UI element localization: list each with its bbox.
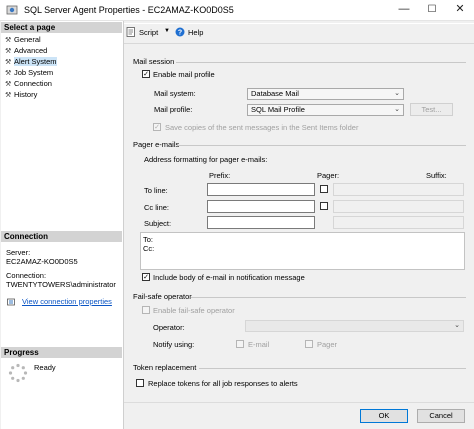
mail-profile-select[interactable]: SQL Mail Profile ⌄ <box>247 104 404 116</box>
help-button[interactable]: Help <box>188 28 203 37</box>
progress-spinner-icon <box>8 363 28 383</box>
mail-system-select[interactable]: Database Mail ⌄ <box>247 88 404 100</box>
chevron-down-icon: ⌄ <box>454 322 460 329</box>
include-body-checkbox[interactable]: ✓ <box>142 273 150 281</box>
page-label: Job System <box>14 68 54 77</box>
enable-mail-profile-checkbox[interactable]: ✓ <box>142 70 150 78</box>
to-line-pager-checkbox[interactable] <box>320 185 328 193</box>
token-replacement-header: Token replacement <box>133 363 197 372</box>
mail-system-label: Mail system: <box>154 89 196 98</box>
pager-emails-divider <box>177 145 466 146</box>
mail-profile-value: SQL Mail Profile <box>251 105 305 114</box>
operator-select[interactable]: ⌄ <box>245 320 464 332</box>
notify-email-label: E-mail <box>248 340 270 349</box>
pager-header: Pager: <box>317 171 340 180</box>
connection-value: TWENTYTOWERS\administrator <box>6 280 116 289</box>
svg-text:?: ? <box>178 30 182 37</box>
to-line-suffix-input[interactable] <box>333 183 464 196</box>
page-label: Alert System <box>14 57 57 66</box>
notify-pager-label: Pager <box>317 340 338 349</box>
connection-header: Connection <box>1 231 122 242</box>
script-button[interactable]: Script <box>139 28 158 37</box>
enable-mail-profile-label: Enable mail profile <box>153 70 215 79</box>
mail-session-header: Mail session <box>133 57 175 66</box>
server-value: EC2AMAZ-KO0D0S5 <box>6 257 78 266</box>
enable-failsafe-label: Enable fail-safe operator <box>153 306 235 315</box>
mail-system-value: Database Mail <box>251 89 299 98</box>
enable-failsafe-checkbox[interactable] <box>142 306 150 314</box>
save-copies-label: Save copies of the sent messages in the … <box>165 123 359 132</box>
suffix-header: Suffix: <box>426 171 447 180</box>
notify-email-checkbox[interactable] <box>236 340 244 348</box>
script-icon <box>126 27 135 37</box>
address-formatting-label: Address formatting for pager e-mails: <box>144 155 268 164</box>
close-button[interactable]: ✕ <box>446 0 474 20</box>
view-connection-properties-link[interactable]: View connection properties <box>22 297 112 307</box>
mail-profile-label: Mail profile: <box>154 105 193 114</box>
page-history[interactable]: ⚒ History <box>5 89 37 100</box>
progress-status: Ready <box>34 363 56 372</box>
subject-label: Subject: <box>144 219 172 228</box>
subject-suffix-input[interactable] <box>333 216 464 229</box>
preview-cc-label: Cc: <box>143 244 155 253</box>
replace-tokens-checkbox[interactable] <box>136 379 144 387</box>
replace-tokens-label: Replace tokens for all job responses to … <box>148 379 298 388</box>
title-bar: SQL Server Agent Properties - EC2AMAZ-KO… <box>0 0 474 21</box>
toolbar-separator <box>124 43 474 44</box>
failsafe-header: Fail-safe operator <box>133 292 192 301</box>
chevron-down-icon: ⌄ <box>394 90 400 97</box>
wrench-icon: ⚒ <box>5 92 12 99</box>
page-general[interactable]: ⚒ General <box>5 34 41 45</box>
page-label: Connection <box>14 79 52 88</box>
token-replacement-divider <box>199 368 466 369</box>
select-page-header: Select a page <box>1 22 122 33</box>
help-icon: ? <box>175 27 185 37</box>
test-button[interactable]: Test... <box>410 103 453 116</box>
mail-session-divider <box>176 62 466 63</box>
cc-line-suffix-input[interactable] <box>333 200 464 213</box>
notify-using-label: Notify using: <box>153 340 195 349</box>
window-title: SQL Server Agent Properties - EC2AMAZ-KO… <box>24 5 234 15</box>
progress-header: Progress <box>1 347 122 358</box>
script-dropdown-arrow-icon[interactable]: ▼ <box>164 28 170 34</box>
maximize-button[interactable]: ☐ <box>418 0 446 20</box>
chevron-down-icon: ⌄ <box>394 106 400 113</box>
footer-divider <box>124 402 474 403</box>
notify-pager-checkbox[interactable] <box>305 340 313 348</box>
preview-to-label: To: <box>143 235 154 244</box>
toolbar-top-line <box>124 23 474 24</box>
page-job-system[interactable]: ⚒ Job System <box>5 67 53 78</box>
failsafe-divider <box>191 297 466 298</box>
minimize-button[interactable]: — <box>390 0 418 20</box>
prefix-header: Prefix: <box>209 171 231 180</box>
sql-agent-icon <box>6 5 18 15</box>
ok-button[interactable]: OK <box>360 409 408 423</box>
page-label: History <box>14 90 38 99</box>
to-line-label: To line: <box>144 186 168 195</box>
page-label: Advanced <box>14 46 48 55</box>
operator-label: Operator: <box>153 323 185 332</box>
page-label: General <box>14 35 41 44</box>
cancel-button[interactable]: Cancel <box>417 409 465 423</box>
address-preview-box <box>140 232 465 270</box>
include-body-label: Include body of e-mail in notification m… <box>153 273 305 282</box>
cc-line-label: Cc line: <box>144 203 170 212</box>
page-connection[interactable]: ⚒ Connection <box>5 78 52 89</box>
save-copies-checkbox[interactable]: ✓ <box>153 123 161 131</box>
subject-prefix-input[interactable] <box>207 216 315 229</box>
page-advanced[interactable]: ⚒ Advanced <box>5 45 47 56</box>
cc-line-prefix-input[interactable] <box>207 200 315 213</box>
pager-emails-header: Pager e-mails <box>133 140 180 149</box>
connection-properties-icon <box>7 298 15 306</box>
page-alert-system[interactable]: ⚒ Alert System <box>5 56 57 67</box>
cc-line-pager-checkbox[interactable] <box>320 202 328 210</box>
to-line-prefix-input[interactable] <box>207 183 315 196</box>
